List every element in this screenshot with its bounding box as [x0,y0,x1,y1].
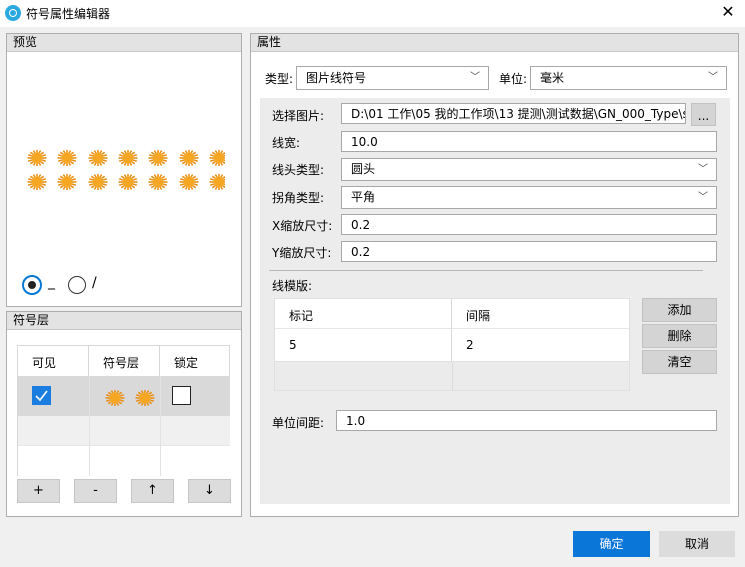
sun-symbol-icon [56,173,78,191]
col-lock: 锁定 [174,356,199,370]
add-template-button[interactable]: 添加 [642,298,717,322]
unit-label: 单位: [499,72,528,86]
layers-panel: 符号层 可见 符号层 锁定 + - ↑ ↓ [6,311,242,517]
template-table: 标记 间隔 5 2 [274,298,630,391]
col-gap: 间隔 [452,299,629,329]
yscale-field[interactable]: 0.2 [341,241,717,262]
radio-slash[interactable] [68,276,86,294]
sun-symbol-icon [208,173,225,191]
template-label: 线模版: [272,279,313,293]
layers-divider [160,376,161,476]
image-path-field[interactable]: D:\01 工作\05 我的工作项\13 提测\测试数据\GN_000_Type… [341,103,686,124]
template-row[interactable]: 5 2 [275,329,629,361]
join-value: 平角 [351,190,376,204]
sun-symbol-icon [134,389,156,407]
col-layer: 符号层 [89,346,160,376]
checkmark-icon [35,390,48,402]
move-up-button[interactable]: ↑ [131,479,174,503]
image-label: 选择图片: [272,109,325,123]
yscale-label: Y缩放尺寸: [272,246,332,260]
col-visible: 可见 [18,346,89,376]
mark-cell[interactable]: 5 [275,329,452,361]
chevron-down-icon: ﹀ [698,164,708,175]
remove-layer-button[interactable]: - [74,479,117,503]
separator-line [269,270,703,271]
radio-underscore[interactable] [23,276,41,294]
layer-empty-row [18,416,230,446]
type-select[interactable]: 图片线符号 ﹀ [296,66,489,90]
unit-spacing-label: 单位间距: [272,416,325,430]
preview-heading: 预览 [7,34,241,52]
layer-empty-row [18,446,230,476]
layers-divider [89,376,90,476]
visible-checkbox[interactable] [32,386,51,405]
properties-heading: 属性 [251,34,738,52]
layers-table: 可见 符号层 锁定 [17,345,230,476]
width-label: 线宽: [272,136,301,150]
chevron-down-icon: ﹀ [470,72,480,83]
cap-label: 线头类型: [272,163,325,177]
cap-select[interactable]: 圆头 ﹀ [341,158,717,181]
join-label: 拐角类型: [272,191,325,205]
sun-symbol-icon [178,149,200,167]
col-mark: 标记 [275,299,452,329]
sun-symbol-icon [117,149,139,167]
sun-symbol-icon [87,149,109,167]
sun-symbol-icon [56,149,78,167]
gap-cell[interactable]: 2 [452,329,629,361]
type-value: 图片线符号 [306,71,367,85]
delete-template-button[interactable]: 删除 [642,324,717,348]
chevron-down-icon: ﹀ [698,192,708,203]
sun-symbol-icon [26,149,48,167]
sun-symbol-icon [117,173,139,191]
add-layer-button[interactable]: + [17,479,60,503]
chevron-down-icon: ﹀ [708,72,718,83]
join-select[interactable]: 平角 ﹀ [341,186,717,209]
lock-checkbox[interactable] [172,386,191,405]
sun-symbol-icon [87,173,109,191]
ok-button[interactable]: 确定 [573,531,650,557]
unit-spacing-field[interactable]: 1.0 [336,410,717,431]
move-down-button[interactable]: ↓ [188,479,231,503]
sun-symbol-icon [178,173,200,191]
close-icon[interactable]: ✕ [718,2,738,22]
xscale-field[interactable]: 0.2 [341,214,717,235]
unit-value: 毫米 [540,71,565,85]
width-field[interactable]: 10.0 [341,131,717,152]
sun-symbol-icon [147,149,169,167]
layers-heading: 符号层 [7,312,241,330]
cap-value: 圆头 [351,162,376,176]
title-bar: 符号属性编辑器 ✕ [0,0,745,27]
unit-select[interactable]: 毫米 ﹀ [530,66,727,90]
template-empty-row [275,361,629,391]
window-title: 符号属性编辑器 [26,7,111,21]
sun-symbol-icon [208,149,225,167]
layer-symbol-thumbnail [104,387,164,407]
cancel-button[interactable]: 取消 [659,531,735,557]
xscale-label: X缩放尺寸: [272,219,333,233]
preview-panel: 预览 _ / [6,33,242,307]
sun-symbol-icon [26,173,48,191]
radio-slash-label: / [92,275,97,291]
clear-template-button[interactable]: 清空 [642,350,717,374]
browse-button[interactable]: ... [691,103,716,126]
sun-symbol-icon [147,173,169,191]
properties-panel: 属性 类型: 图片线符号 ﹀ 单位: 毫米 ﹀ 选择图片: D:\01 工作\0… [250,33,739,517]
template-divider [452,362,453,391]
preview-canvas [7,52,225,272]
properties-inner-panel: 选择图片: D:\01 工作\05 我的工作项\13 提测\测试数据\GN_00… [260,98,730,504]
radio-underscore-label: _ [48,274,55,290]
layer-row[interactable] [18,376,230,416]
type-label: 类型: [265,72,294,86]
layers-header-row: 可见 符号层 锁定 [18,346,231,376]
app-icon [5,5,21,21]
sun-symbol-icon [104,389,126,407]
